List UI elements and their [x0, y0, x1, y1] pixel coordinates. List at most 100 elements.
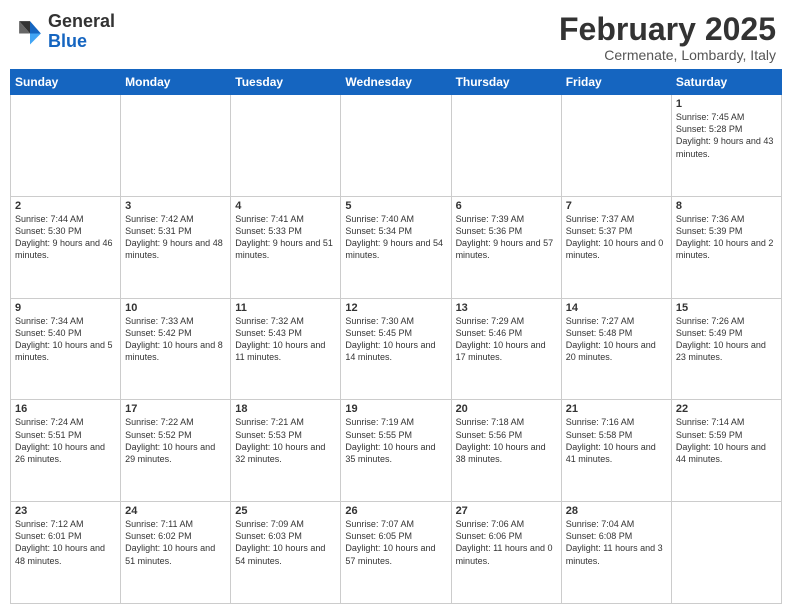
calendar-cell — [671, 502, 781, 604]
day-number: 18 — [235, 403, 336, 415]
day-info: Sunrise: 7:36 AM Sunset: 5:39 PM Dayligh… — [676, 213, 777, 262]
day-info: Sunrise: 7:42 AM Sunset: 5:31 PM Dayligh… — [125, 213, 226, 262]
day-info: Sunrise: 7:27 AM Sunset: 5:48 PM Dayligh… — [566, 315, 667, 364]
day-number: 26 — [345, 505, 446, 517]
day-number: 19 — [345, 403, 446, 415]
weekday-header: Sunday — [11, 70, 121, 95]
day-info: Sunrise: 7:33 AM Sunset: 5:42 PM Dayligh… — [125, 315, 226, 364]
day-info: Sunrise: 7:29 AM Sunset: 5:46 PM Dayligh… — [456, 315, 557, 364]
day-number: 9 — [15, 302, 116, 314]
calendar-cell — [561, 95, 671, 197]
header: General Blue February 2025 Cermenate, Lo… — [0, 0, 792, 69]
weekday-header: Wednesday — [341, 70, 451, 95]
logo: General Blue — [16, 12, 115, 52]
weekday-header-row: SundayMondayTuesdayWednesdayThursdayFrid… — [11, 70, 782, 95]
calendar-cell: 16Sunrise: 7:24 AM Sunset: 5:51 PM Dayli… — [11, 400, 121, 502]
day-info: Sunrise: 7:37 AM Sunset: 5:37 PM Dayligh… — [566, 213, 667, 262]
calendar-cell: 2Sunrise: 7:44 AM Sunset: 5:30 PM Daylig… — [11, 196, 121, 298]
calendar-cell: 4Sunrise: 7:41 AM Sunset: 5:33 PM Daylig… — [231, 196, 341, 298]
day-info: Sunrise: 7:26 AM Sunset: 5:49 PM Dayligh… — [676, 315, 777, 364]
calendar-cell: 28Sunrise: 7:04 AM Sunset: 6:08 PM Dayli… — [561, 502, 671, 604]
calendar-cell — [451, 95, 561, 197]
day-info: Sunrise: 7:32 AM Sunset: 5:43 PM Dayligh… — [235, 315, 336, 364]
day-number: 4 — [235, 200, 336, 212]
day-info: Sunrise: 7:14 AM Sunset: 5:59 PM Dayligh… — [676, 416, 777, 465]
calendar-cell: 25Sunrise: 7:09 AM Sunset: 6:03 PM Dayli… — [231, 502, 341, 604]
logo-general: General — [48, 11, 115, 31]
day-number: 25 — [235, 505, 336, 517]
calendar-cell — [231, 95, 341, 197]
calendar-week-row: 16Sunrise: 7:24 AM Sunset: 5:51 PM Dayli… — [11, 400, 782, 502]
calendar-cell: 21Sunrise: 7:16 AM Sunset: 5:58 PM Dayli… — [561, 400, 671, 502]
day-number: 11 — [235, 302, 336, 314]
day-number: 28 — [566, 505, 667, 517]
calendar-cell: 14Sunrise: 7:27 AM Sunset: 5:48 PM Dayli… — [561, 298, 671, 400]
day-number: 6 — [456, 200, 557, 212]
day-info: Sunrise: 7:21 AM Sunset: 5:53 PM Dayligh… — [235, 416, 336, 465]
calendar-cell: 12Sunrise: 7:30 AM Sunset: 5:45 PM Dayli… — [341, 298, 451, 400]
day-info: Sunrise: 7:44 AM Sunset: 5:30 PM Dayligh… — [15, 213, 116, 262]
day-info: Sunrise: 7:24 AM Sunset: 5:51 PM Dayligh… — [15, 416, 116, 465]
weekday-header: Thursday — [451, 70, 561, 95]
logo-blue: Blue — [48, 31, 87, 51]
calendar-cell: 26Sunrise: 7:07 AM Sunset: 6:05 PM Dayli… — [341, 502, 451, 604]
day-info: Sunrise: 7:18 AM Sunset: 5:56 PM Dayligh… — [456, 416, 557, 465]
day-info: Sunrise: 7:07 AM Sunset: 6:05 PM Dayligh… — [345, 518, 446, 567]
calendar-cell: 6Sunrise: 7:39 AM Sunset: 5:36 PM Daylig… — [451, 196, 561, 298]
calendar-cell: 24Sunrise: 7:11 AM Sunset: 6:02 PM Dayli… — [121, 502, 231, 604]
day-number: 8 — [676, 200, 777, 212]
day-info: Sunrise: 7:12 AM Sunset: 6:01 PM Dayligh… — [15, 518, 116, 567]
calendar-cell: 27Sunrise: 7:06 AM Sunset: 6:06 PM Dayli… — [451, 502, 561, 604]
day-number: 2 — [15, 200, 116, 212]
day-number: 3 — [125, 200, 226, 212]
calendar-cell: 11Sunrise: 7:32 AM Sunset: 5:43 PM Dayli… — [231, 298, 341, 400]
day-number: 27 — [456, 505, 557, 517]
page: General Blue February 2025 Cermenate, Lo… — [0, 0, 792, 612]
day-number: 21 — [566, 403, 667, 415]
day-info: Sunrise: 7:22 AM Sunset: 5:52 PM Dayligh… — [125, 416, 226, 465]
weekday-header: Friday — [561, 70, 671, 95]
day-number: 5 — [345, 200, 446, 212]
day-number: 7 — [566, 200, 667, 212]
calendar-cell: 19Sunrise: 7:19 AM Sunset: 5:55 PM Dayli… — [341, 400, 451, 502]
calendar-cell: 7Sunrise: 7:37 AM Sunset: 5:37 PM Daylig… — [561, 196, 671, 298]
weekday-header: Monday — [121, 70, 231, 95]
calendar-cell: 10Sunrise: 7:33 AM Sunset: 5:42 PM Dayli… — [121, 298, 231, 400]
day-number: 20 — [456, 403, 557, 415]
calendar-cell: 20Sunrise: 7:18 AM Sunset: 5:56 PM Dayli… — [451, 400, 561, 502]
day-info: Sunrise: 7:40 AM Sunset: 5:34 PM Dayligh… — [345, 213, 446, 262]
day-info: Sunrise: 7:41 AM Sunset: 5:33 PM Dayligh… — [235, 213, 336, 262]
calendar-cell: 17Sunrise: 7:22 AM Sunset: 5:52 PM Dayli… — [121, 400, 231, 502]
day-number: 12 — [345, 302, 446, 314]
calendar-cell — [341, 95, 451, 197]
calendar-cell: 18Sunrise: 7:21 AM Sunset: 5:53 PM Dayli… — [231, 400, 341, 502]
calendar-week-row: 2Sunrise: 7:44 AM Sunset: 5:30 PM Daylig… — [11, 196, 782, 298]
calendar-cell: 3Sunrise: 7:42 AM Sunset: 5:31 PM Daylig… — [121, 196, 231, 298]
day-number: 14 — [566, 302, 667, 314]
calendar-week-row: 9Sunrise: 7:34 AM Sunset: 5:40 PM Daylig… — [11, 298, 782, 400]
day-info: Sunrise: 7:34 AM Sunset: 5:40 PM Dayligh… — [15, 315, 116, 364]
title-block: February 2025 Cermenate, Lombardy, Italy — [559, 12, 776, 63]
day-info: Sunrise: 7:30 AM Sunset: 5:45 PM Dayligh… — [345, 315, 446, 364]
day-info: Sunrise: 7:09 AM Sunset: 6:03 PM Dayligh… — [235, 518, 336, 567]
calendar-wrapper: SundayMondayTuesdayWednesdayThursdayFrid… — [0, 69, 792, 612]
day-info: Sunrise: 7:45 AM Sunset: 5:28 PM Dayligh… — [676, 111, 777, 160]
day-number: 15 — [676, 302, 777, 314]
day-number: 1 — [676, 98, 777, 110]
day-number: 10 — [125, 302, 226, 314]
logo-text: General Blue — [48, 12, 115, 52]
day-number: 24 — [125, 505, 226, 517]
calendar-week-row: 1Sunrise: 7:45 AM Sunset: 5:28 PM Daylig… — [11, 95, 782, 197]
calendar-cell: 9Sunrise: 7:34 AM Sunset: 5:40 PM Daylig… — [11, 298, 121, 400]
calendar-cell: 1Sunrise: 7:45 AM Sunset: 5:28 PM Daylig… — [671, 95, 781, 197]
day-info: Sunrise: 7:11 AM Sunset: 6:02 PM Dayligh… — [125, 518, 226, 567]
day-info: Sunrise: 7:04 AM Sunset: 6:08 PM Dayligh… — [566, 518, 667, 567]
day-info: Sunrise: 7:19 AM Sunset: 5:55 PM Dayligh… — [345, 416, 446, 465]
calendar-cell: 23Sunrise: 7:12 AM Sunset: 6:01 PM Dayli… — [11, 502, 121, 604]
weekday-header: Saturday — [671, 70, 781, 95]
calendar-cell: 8Sunrise: 7:36 AM Sunset: 5:39 PM Daylig… — [671, 196, 781, 298]
day-number: 16 — [15, 403, 116, 415]
day-info: Sunrise: 7:16 AM Sunset: 5:58 PM Dayligh… — [566, 416, 667, 465]
calendar-cell: 13Sunrise: 7:29 AM Sunset: 5:46 PM Dayli… — [451, 298, 561, 400]
day-info: Sunrise: 7:39 AM Sunset: 5:36 PM Dayligh… — [456, 213, 557, 262]
